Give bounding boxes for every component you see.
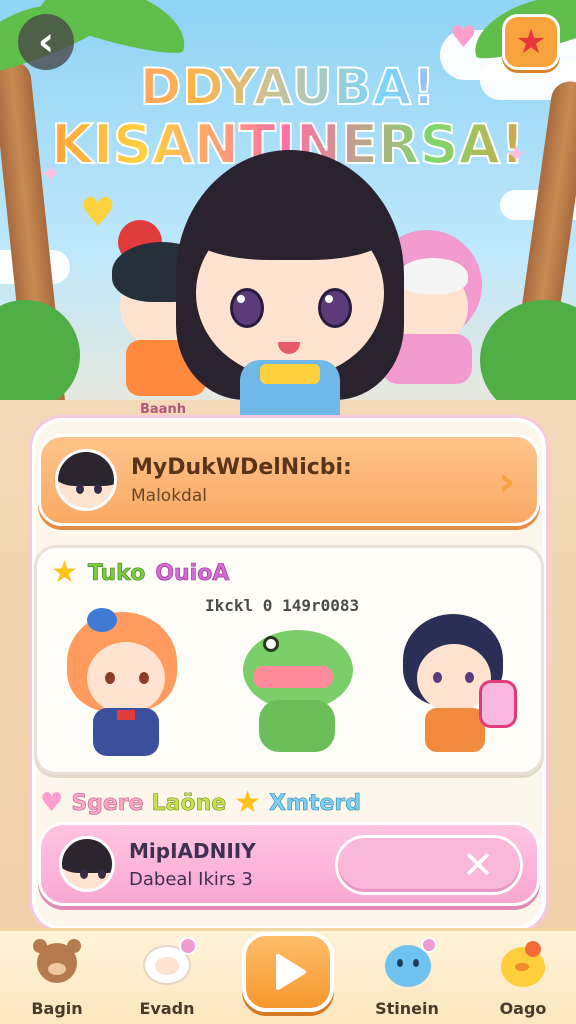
close-icon: ✕	[462, 843, 494, 887]
avatar	[59, 836, 115, 892]
character-green-dinosaur[interactable]	[233, 620, 363, 760]
hero-main-character	[176, 150, 404, 420]
characters-label-green: Tuko	[87, 560, 146, 586]
nav-label: Oago	[499, 999, 547, 1018]
chick-icon	[495, 939, 551, 991]
nav-item-oago[interactable]: Oago	[478, 939, 568, 1018]
nav-item-bagin[interactable]: Bagin	[12, 939, 102, 1018]
avatar	[55, 449, 117, 511]
characters-box: ★ Tuko OuioA Ikckl 0 149r0083	[34, 545, 544, 775]
characters-stat: Ikckl 0 149r0083	[205, 596, 360, 615]
profile-card-subtitle: Malokdal	[131, 485, 207, 506]
nav-item-stinein[interactable]: Stinein	[362, 937, 452, 1018]
chevron-right-icon[interactable]: ›	[499, 459, 515, 505]
bear-icon	[29, 939, 85, 991]
character-dark-hair-girl[interactable]	[397, 608, 527, 758]
heart-icon: ♥	[40, 788, 64, 818]
nav-label: Bagin	[31, 999, 83, 1018]
sheep-icon	[139, 937, 197, 991]
profile-card-title: MyDukWDelNicbi:	[131, 454, 352, 480]
hero-caption: Baanh	[140, 402, 186, 417]
close-button[interactable]: ✕	[335, 835, 523, 895]
friend-card-subtitle: Dabeal Ikirs 3	[129, 868, 253, 890]
section-label-green: Laöne	[151, 790, 227, 816]
star-icon: ★	[234, 785, 262, 820]
nav-item-evadn[interactable]: Evadn	[122, 937, 212, 1018]
hero-characters: ♥ ✦ ✦ ♥	[0, 0, 576, 420]
profile-card[interactable]: MyDukWDelNicbi: Malokdal ›	[38, 434, 540, 526]
section-label-blue: Xmterd	[269, 790, 362, 816]
friend-card-title: MipIADNIIY	[129, 838, 256, 863]
play-icon	[276, 954, 306, 990]
character-orange-hair-girl[interactable]	[59, 598, 199, 758]
blob-icon	[379, 937, 437, 991]
play-button[interactable]	[242, 932, 334, 1012]
nav-label: Stinein	[375, 999, 439, 1018]
section-heading: ♥ Sgere Laöne ★ Xmterd	[40, 788, 361, 818]
friend-card[interactable]: MipIADNIIY Dabeal Ikirs 3 ✕	[38, 822, 540, 906]
star-icon: ★	[51, 555, 78, 590]
section-label-pink: Sgere	[71, 790, 144, 816]
characters-label-pink: OuioA	[155, 560, 230, 586]
nav-label: Evadn	[139, 999, 195, 1018]
